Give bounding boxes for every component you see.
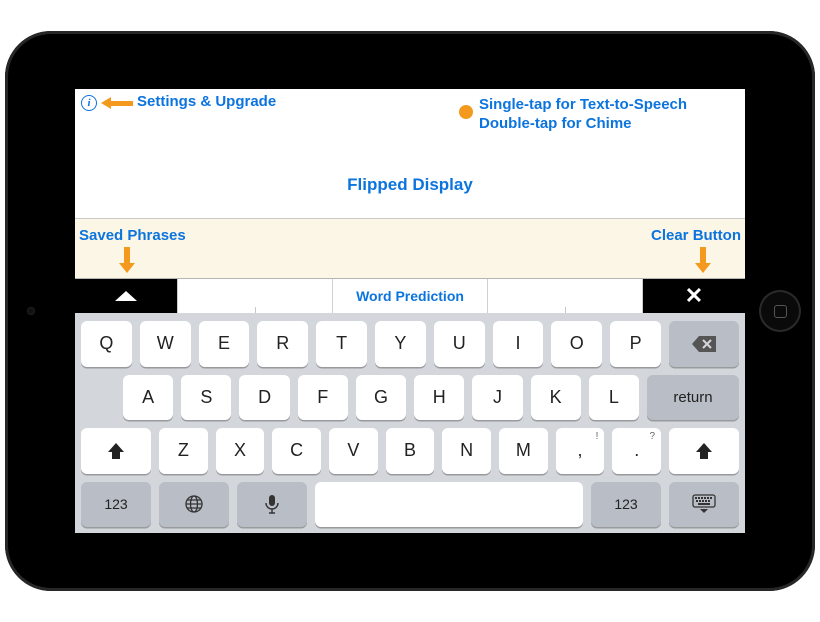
screen: i Settings & Upgrade Single-tap for Text… (75, 89, 745, 533)
key-y[interactable]: Y (375, 321, 426, 367)
keyboard-row-1: Q W E R T Y U I O P (81, 321, 739, 367)
key-dictation[interactable] (237, 482, 307, 528)
triangle-up-icon (115, 291, 137, 301)
key-period[interactable]: ? . (612, 428, 661, 474)
word-prediction-bar[interactable]: Word Prediction (177, 279, 643, 313)
key-return[interactable]: return (647, 375, 739, 421)
settings-label: Settings & Upgrade (137, 93, 276, 110)
clear-button-label: Clear Button (651, 227, 741, 244)
key-m[interactable]: M (499, 428, 548, 474)
home-button[interactable] (759, 290, 801, 332)
key-backspace[interactable] (669, 321, 739, 367)
saved-phrases-label: Saved Phrases (79, 227, 186, 244)
saved-phrases-button[interactable] (75, 279, 177, 313)
key-globe[interactable] (159, 482, 229, 528)
key-j[interactable]: J (472, 375, 522, 421)
arrow-left-icon (101, 97, 133, 109)
key-h[interactable]: H (414, 375, 464, 421)
keyboard: Q W E R T Y U I O P A S (75, 313, 745, 533)
toolbar: Word Prediction ✕ (75, 279, 745, 313)
dot-icon (459, 105, 473, 119)
key-space[interactable] (315, 482, 583, 528)
tap-instructions: Single-tap for Text-to-Speech Double-tap… (479, 95, 687, 133)
stage: i Settings & Upgrade Single-tap for Text… (0, 0, 820, 622)
shift-icon (695, 442, 713, 460)
key-x[interactable]: X (216, 428, 265, 474)
shift-icon (107, 442, 125, 460)
key-d[interactable]: D (239, 375, 289, 421)
keyboard-row-2: A S D F G H J K L return (81, 375, 739, 421)
key-dismiss-keyboard[interactable] (669, 482, 739, 528)
key-comma[interactable]: ! , (556, 428, 605, 474)
key-g[interactable]: G (356, 375, 406, 421)
tts-line-2: Double-tap for Chime (479, 114, 687, 133)
word-prediction-label: Word Prediction (333, 279, 488, 313)
key-s[interactable]: S (181, 375, 231, 421)
globe-icon (184, 494, 204, 514)
input-strip[interactable]: Saved Phrases Clear Button (75, 219, 745, 279)
key-t[interactable]: T (316, 321, 367, 367)
key-shift-right[interactable] (669, 428, 739, 474)
clear-button[interactable]: ✕ (643, 279, 745, 313)
key-e[interactable]: E (199, 321, 250, 367)
tts-line-1: Single-tap for Text-to-Speech (479, 95, 687, 114)
key-c[interactable]: C (272, 428, 321, 474)
key-f[interactable]: F (298, 375, 348, 421)
key-k[interactable]: K (531, 375, 581, 421)
key-u[interactable]: U (434, 321, 485, 367)
flipped-display-label: Flipped Display (75, 175, 745, 195)
info-icon[interactable]: i (81, 95, 97, 111)
key-r[interactable]: R (257, 321, 308, 367)
arrow-down-right-icon (695, 247, 711, 273)
key-a[interactable]: A (123, 375, 173, 421)
key-z[interactable]: Z (159, 428, 208, 474)
key-v[interactable]: V (329, 428, 378, 474)
key-numbers-left[interactable]: 123 (81, 482, 151, 528)
key-p[interactable]: P (610, 321, 661, 367)
dismiss-keyboard-icon (692, 494, 716, 514)
key-n[interactable]: N (442, 428, 491, 474)
keyboard-row-4: 123 123 (81, 482, 739, 528)
arrow-down-left-icon (119, 247, 135, 273)
key-i[interactable]: I (493, 321, 544, 367)
key-shift-left[interactable] (81, 428, 151, 474)
ipad-frame: i Settings & Upgrade Single-tap for Text… (5, 31, 815, 591)
display-area[interactable]: i Settings & Upgrade Single-tap for Text… (75, 89, 745, 219)
backspace-icon (692, 336, 716, 352)
key-q[interactable]: Q (81, 321, 132, 367)
key-o[interactable]: O (551, 321, 602, 367)
key-w[interactable]: W (140, 321, 191, 367)
microphone-icon (265, 494, 279, 514)
key-b[interactable]: B (386, 428, 435, 474)
key-l[interactable]: L (589, 375, 639, 421)
camera-dot (27, 307, 35, 315)
keyboard-row-3: Z X C V B N M ! , ? . (81, 428, 739, 474)
close-icon: ✕ (685, 285, 703, 307)
key-numbers-right[interactable]: 123 (591, 482, 661, 528)
